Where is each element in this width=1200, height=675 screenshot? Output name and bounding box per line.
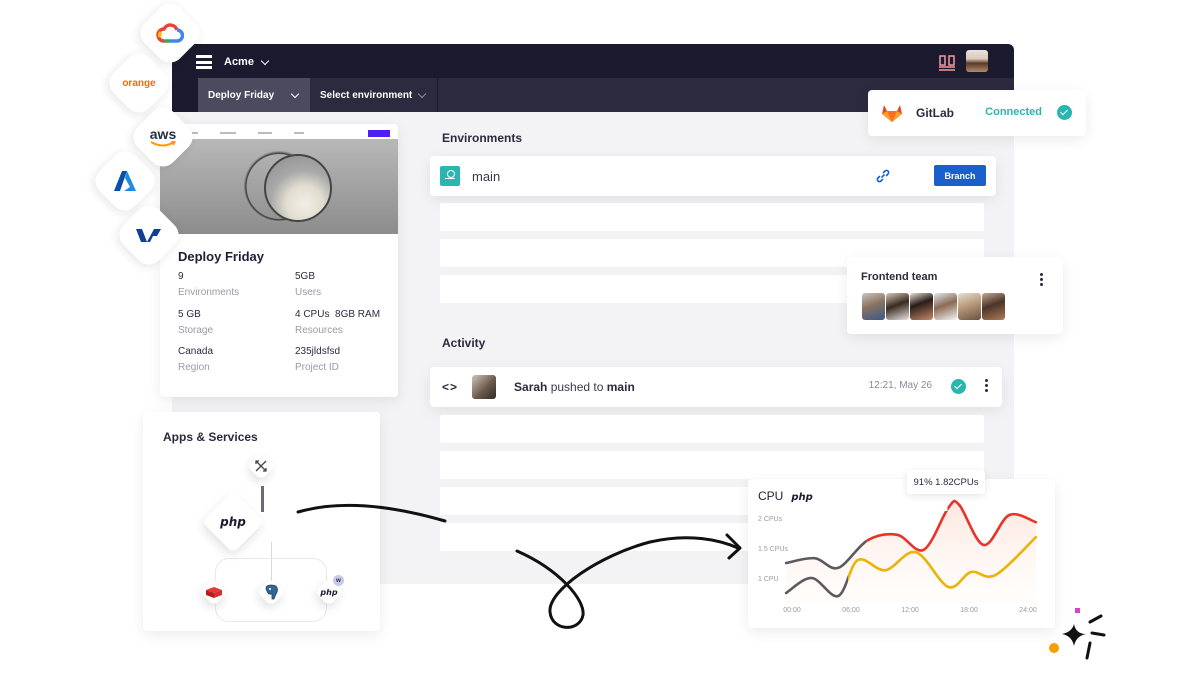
x-tick-label: 24:00 — [1019, 607, 1037, 614]
tooltip-pointer — [943, 505, 948, 511]
chart-tooltip: 91% 1.82CPUs — [907, 470, 985, 494]
sparkle-icon — [1049, 608, 1106, 660]
y-tick-label: 1.5 CPUs — [758, 546, 788, 553]
x-tick-label: 12:00 — [901, 607, 919, 614]
x-tick-label: 18:00 — [960, 607, 978, 614]
cpu-chart-card: CPU php 1 CPU 1.5 CPUs 2 CPUs 00:00 06:00 12:… — [748, 479, 1055, 628]
cpu-chart: 1 CPU 1.5 CPUs 2 CPUs 00:00 06:00 12:00 18:00 2… — [758, 499, 1038, 614]
x-tick-label: 06:00 — [842, 607, 860, 614]
y-tick-label: 2 CPUs — [758, 516, 783, 523]
x-tick-label: 00:00 — [783, 607, 801, 614]
y-tick-label: 1 CPU — [758, 576, 779, 583]
